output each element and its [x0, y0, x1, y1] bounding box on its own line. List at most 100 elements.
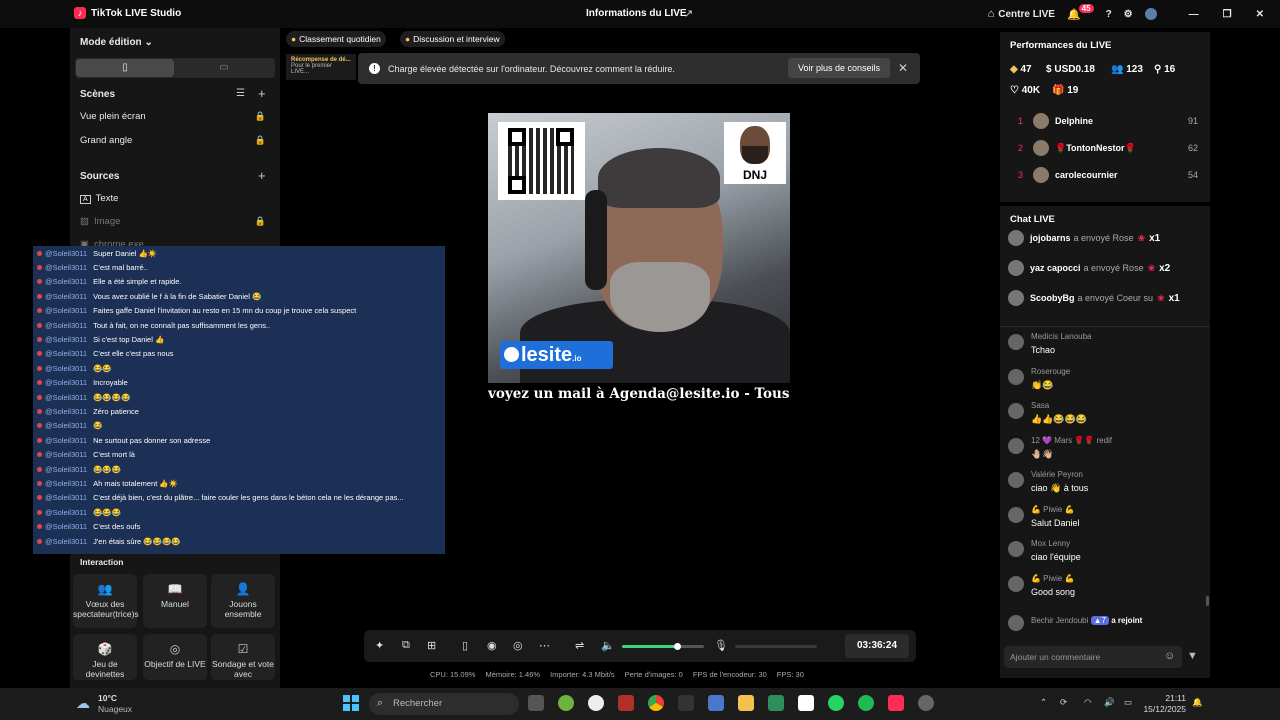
task-view-icon[interactable] [528, 695, 544, 711]
emoji-icon[interactable]: ☺ [1164, 650, 1175, 662]
volume-fill [622, 645, 677, 648]
close-icon[interactable]: ✕ [898, 61, 908, 75]
source-item[interactable]: ▨ Image [80, 216, 120, 227]
home-icon[interactable]: ⌂ [988, 8, 995, 20]
chat-comment[interactable]: 💪 Piwie 💪 Good song [1008, 574, 1198, 604]
play-together-button[interactable]: 👤 Jouons ensemble [211, 574, 275, 628]
follower-icon: ⚲ [1154, 64, 1162, 75]
add-source-icon[interactable]: + [258, 168, 266, 183]
lock-icon[interactable]: 🔒 [255, 216, 266, 227]
app-icon[interactable] [768, 695, 784, 711]
list-icon[interactable]: ☰ [236, 88, 245, 99]
speaker-icon[interactable]: 🔈 [601, 639, 615, 652]
spotify-icon[interactable] [858, 695, 874, 711]
chat-comment[interactable]: Sasa 👍👍😂😂😂 [1008, 401, 1198, 431]
add-widget-icon[interactable]: ⊞ [427, 639, 436, 652]
close-icon[interactable]: ✕ [1256, 9, 1264, 20]
battery-icon[interactable]: ▭ [1124, 697, 1132, 708]
overlay-chat-line: @Soleil3011 😂 [33, 419, 445, 433]
lock-icon[interactable]: 🔒 [255, 135, 266, 146]
add-scene-icon[interactable]: + [258, 86, 266, 101]
maximize-icon[interactable]: ❐ [1223, 9, 1232, 20]
reward-banner[interactable]: Récompense de dé... Pour le premier LIVE… [286, 54, 356, 80]
chat-comment[interactable]: 💪 Piwie 💪 Salut Daniel [1008, 505, 1198, 535]
sync-icon[interactable]: ⟳ [1060, 697, 1067, 708]
cloud-icon[interactable]: ☁ [76, 695, 90, 712]
folder-icon[interactable] [738, 695, 754, 711]
taskbar-search[interactable]: Rechercher [369, 693, 519, 715]
scene-item[interactable]: Vue plein écran [80, 111, 146, 122]
chat-comment[interactable]: Roserouge 👏😂 [1008, 367, 1198, 397]
gift-icon: 🎁 [1052, 85, 1065, 96]
manual-button[interactable]: 📖 Manuel [143, 574, 207, 628]
calculator-icon[interactable] [708, 695, 724, 711]
discussion-pill[interactable]: ● Discussion et interview [400, 31, 505, 47]
landscape-icon[interactable]: ▭ [175, 59, 273, 77]
mode-edition-dropdown[interactable]: Mode édition ⌄ [80, 37, 153, 48]
centre-live-button[interactable]: Centre LIVE [998, 9, 1055, 20]
tiktok-dot-icon [37, 452, 42, 458]
whatsapp-icon[interactable] [828, 695, 844, 711]
clock-time[interactable]: 21:11 [1150, 693, 1186, 703]
share-icon[interactable]: ↗ [684, 7, 693, 20]
scrollbar[interactable] [1206, 596, 1209, 606]
orientation-toggle[interactable]: ▯ ▭ [75, 58, 275, 78]
dollar-icon: $ [1046, 64, 1052, 75]
gear-icon[interactable]: ⚙ [1124, 9, 1133, 20]
source-item[interactable]: A Texte [80, 193, 118, 204]
poll-button[interactable]: ☑ Sondage et vote avec [211, 634, 275, 680]
dnj-label: DNJ [742, 168, 767, 182]
lock-icon[interactable]: 🔒 [255, 111, 266, 122]
more-icon[interactable]: ⋯ [539, 639, 550, 652]
wifi-icon[interactable]: ◠ [1084, 697, 1091, 708]
app-icon[interactable] [678, 695, 694, 711]
live-info-title[interactable]: Informations du LIVE [586, 8, 687, 19]
settings-sliders-icon[interactable]: ⇌ [575, 639, 584, 652]
chat-comment[interactable]: 12 💜 Mars 🌹🌹 redif 🤚🏼👋🏼 [1008, 436, 1198, 466]
join-user: Bechir Jendoubi [1031, 616, 1089, 625]
weather-temp[interactable]: 10°C [98, 693, 117, 703]
daily-ranking-pill[interactable]: ● Classement quotidien [286, 31, 386, 47]
record-icon[interactable]: ◉ [487, 639, 497, 652]
viewers-icon: 👥 [1111, 64, 1124, 75]
camera-person-beard [610, 262, 710, 332]
chrome-icon[interactable] [648, 695, 664, 711]
microphone-icon[interactable]: 🎙 [714, 639, 728, 652]
chat-comment[interactable]: Mox Lenny ciao l'équipe [1008, 539, 1198, 569]
clock-date[interactable]: 15/12/2025 [1136, 704, 1186, 714]
volume-icon[interactable]: 🔊 [1104, 697, 1115, 708]
scene-item[interactable]: Grand angle [80, 135, 132, 146]
comment-user: 💪 Piwie 💪 [1031, 573, 1075, 583]
chat-comment[interactable]: Medicis Lanouba Tchao [1008, 332, 1198, 362]
app-icon[interactable] [618, 695, 634, 711]
mic-slider[interactable] [735, 645, 817, 648]
guessing-game-button[interactable]: 🎲 Jeu de devinettes [73, 634, 137, 680]
more-tips-button[interactable]: Voir plus de conseils [788, 58, 890, 78]
layout-icon[interactable]: ⧉ [402, 639, 410, 652]
chat-comment[interactable]: Valérie Peyron ciao 👋 à tous [1008, 470, 1198, 500]
capcut-icon[interactable] [798, 695, 814, 711]
notification-icon[interactable]: 🔔 [1192, 697, 1203, 708]
camera-icon[interactable]: ◎ [513, 639, 523, 652]
minimize-icon[interactable]: — [1189, 9, 1199, 20]
wishes-button[interactable]: 👥 Vœux des spectateur(trice)s [73, 574, 139, 628]
live-goal-button[interactable]: ◎ Objectif de LIVE [143, 634, 207, 680]
portrait-icon[interactable]: ▯ [76, 59, 174, 77]
help-icon[interactable]: ? [1106, 9, 1112, 20]
comment-input[interactable]: Ajouter un commentaire [1004, 646, 1182, 668]
app-icon[interactable] [918, 695, 934, 711]
chevron-up-icon[interactable]: ⌃ [1040, 697, 1047, 708]
volume-knob[interactable] [673, 643, 681, 650]
volume-slider[interactable] [622, 643, 704, 650]
app-icon[interactable] [588, 695, 604, 711]
weather-desc[interactable]: Nuageux [98, 704, 132, 714]
scenes-title: Scènes [80, 89, 116, 100]
magic-wand-icon[interactable]: ✦ [375, 639, 384, 652]
avatar[interactable] [1144, 8, 1157, 20]
start-icon[interactable] [343, 695, 359, 711]
app-icon[interactable] [558, 695, 574, 711]
phone-icon[interactable]: ▯ [462, 639, 468, 652]
tiktok-studio-icon[interactable] [888, 695, 904, 711]
comment-user: 12 💜 Mars 🌹🌹 redif [1031, 435, 1113, 445]
filter-icon[interactable]: ▼ [1187, 650, 1198, 662]
